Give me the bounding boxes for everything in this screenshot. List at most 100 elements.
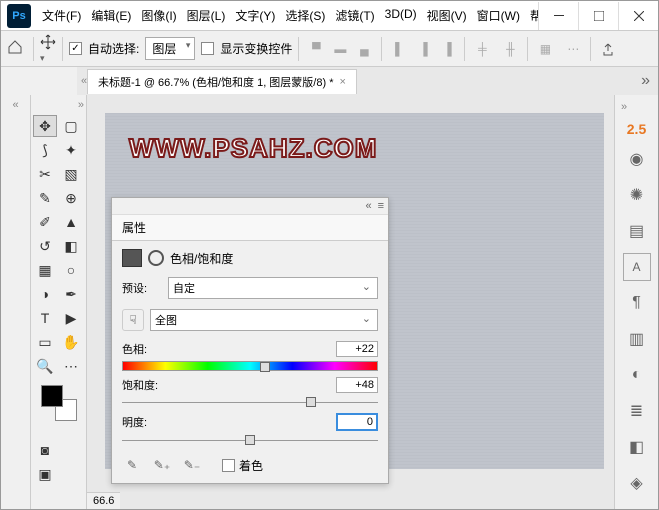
home-icon[interactable]	[7, 39, 27, 59]
separator	[298, 37, 299, 61]
foreground-color[interactable]	[41, 385, 63, 407]
tools-collapse-icon[interactable]: »	[33, 99, 84, 111]
maximize-button[interactable]	[578, 2, 618, 30]
type-tool[interactable]: T	[33, 307, 57, 329]
menu-select[interactable]: 选择(S)	[280, 7, 330, 24]
separator	[527, 37, 528, 61]
menu-help[interactable]: 帮	[525, 7, 538, 24]
move-tool-icon[interactable]: ▾	[40, 34, 56, 64]
lasso-tool[interactable]: ⟆	[33, 139, 57, 161]
pen-tool[interactable]: ✒	[59, 283, 83, 305]
channels-icon[interactable]: ◧	[623, 433, 651, 461]
menu-view[interactable]: 视图(V)	[422, 7, 472, 24]
menu-filter[interactable]: 滤镜(T)	[330, 7, 379, 24]
expand-icon[interactable]: »	[621, 101, 627, 113]
history-brush-tool[interactable]: ↺	[33, 235, 57, 257]
layers-icon[interactable]: ▥	[623, 325, 651, 353]
magic-wand-tool[interactable]: ✦	[59, 139, 83, 161]
edit-toolbar[interactable]: ⋯	[59, 355, 83, 377]
tab-overflow-icon[interactable]: »	[633, 72, 658, 90]
colorize-checkbox[interactable]	[222, 459, 235, 472]
align-hcenter-icon[interactable]: ▐	[412, 38, 434, 60]
lightness-thumb[interactable]	[245, 435, 255, 445]
saturation-slider[interactable]	[122, 397, 378, 407]
swatches-icon[interactable]: ✺	[623, 181, 651, 209]
panel-menu-icon[interactable]: ≡	[378, 200, 384, 212]
collapse-icon[interactable]: «	[12, 99, 18, 111]
menu-edit[interactable]: 编辑(E)	[86, 7, 136, 24]
share-icon[interactable]	[597, 38, 619, 60]
window-controls	[538, 2, 658, 30]
healing-tool[interactable]: ⊕	[59, 187, 83, 209]
path-select-tool[interactable]: ▶	[59, 307, 83, 329]
align-right-icon[interactable]: ▐	[436, 38, 458, 60]
close-button[interactable]	[618, 2, 658, 30]
distribute-icon[interactable]: ╫	[499, 38, 521, 60]
align-bottom-icon[interactable]: ▄	[353, 38, 375, 60]
eraser-tool[interactable]: ◧	[59, 235, 83, 257]
frame-tool[interactable]: ▧	[59, 163, 83, 185]
blur-tool[interactable]: ○	[59, 259, 83, 281]
saturation-value-input[interactable]: +48	[336, 377, 378, 393]
show-transform-checkbox[interactable]	[201, 42, 214, 55]
hue-slider[interactable]	[122, 361, 378, 371]
char-icon[interactable]: A	[623, 253, 651, 281]
menu-layer[interactable]: 图层(L)	[182, 7, 231, 24]
crop-tool[interactable]: ✂	[33, 163, 57, 185]
eyedropper-tool[interactable]: ✎	[33, 187, 57, 209]
screen-mode-tool[interactable]: ▣	[33, 463, 57, 485]
document-tab[interactable]: 未标题-1 @ 66.7% (色相/饱和度 1, 图层蒙版/8) * ×	[87, 69, 357, 94]
eyedropper-subtract-icon[interactable]: ✎₋	[182, 455, 202, 475]
gradient-tool[interactable]: ▦	[33, 259, 57, 281]
menu-image[interactable]: 图像(I)	[136, 7, 181, 24]
fx-icon[interactable]: ≣	[623, 397, 651, 425]
menu-3d[interactable]: 3D(D)	[380, 7, 422, 24]
marquee-tool[interactable]: ▢	[59, 115, 83, 137]
move-tool[interactable]: ✥	[33, 115, 57, 137]
menu-text[interactable]: 文字(Y)	[230, 7, 280, 24]
stamp-tool[interactable]: ▲	[59, 211, 83, 233]
adjustments-icon[interactable]: ◐	[623, 361, 651, 389]
align-vcenter-icon[interactable]: ▬	[329, 38, 351, 60]
hue-value-input[interactable]: +22	[336, 341, 378, 357]
paragraph-icon[interactable]: ¶	[623, 289, 651, 317]
preset-select[interactable]: 自定	[168, 277, 378, 299]
align-left-icon[interactable]: ▌	[388, 38, 410, 60]
color-swatch[interactable]	[41, 385, 77, 421]
align-top-icon[interactable]: ▀	[305, 38, 327, 60]
layer-dropdown[interactable]: 图层	[145, 37, 195, 60]
shape-tool[interactable]: ▭	[33, 331, 57, 353]
hand-tool[interactable]: ✋	[59, 331, 83, 353]
lightness-slider[interactable]	[122, 435, 378, 445]
panel-collapse-icon[interactable]: «	[77, 75, 87, 87]
distribute-icon[interactable]: ╪	[471, 38, 493, 60]
separator	[62, 37, 63, 61]
panel-tab-properties[interactable]: 属性	[112, 215, 388, 241]
zoom-status[interactable]: 66.6	[87, 492, 120, 509]
quick-mask-tool[interactable]: ◙	[33, 439, 57, 461]
menu-window[interactable]: 窗口(W)	[472, 7, 525, 24]
eyedropper-icon[interactable]: ✎	[122, 455, 142, 475]
align-h-buttons: ▌ ▐ ▐	[388, 38, 458, 60]
range-select[interactable]: 全图	[150, 309, 378, 331]
3d-mode-icon[interactable]: ▦	[534, 38, 556, 60]
saturation-thumb[interactable]	[306, 397, 316, 407]
scrubby-icon[interactable]: ☟	[122, 309, 144, 331]
zoom-tool[interactable]: 🔍	[33, 355, 57, 377]
menu-file[interactable]: 文件(F)	[37, 7, 86, 24]
paths-icon[interactable]: ◈	[623, 469, 651, 497]
history-icon[interactable]: ▤	[623, 217, 651, 245]
right-panel-bar: » 2.5 ◉ ✺ ▤ A ¶ ▥ ◐ ≣ ◧ ◈	[614, 95, 658, 509]
eyedropper-add-icon[interactable]: ✎₊	[152, 455, 172, 475]
hue-thumb[interactable]	[260, 362, 270, 372]
more-options-icon[interactable]: ⋯	[562, 38, 584, 60]
lightness-value-input[interactable]: 0	[336, 413, 378, 431]
color-icon[interactable]: ◉	[623, 145, 651, 173]
dodge-tool[interactable]: ◑	[33, 283, 57, 305]
preset-label: 预设:	[122, 280, 162, 296]
minimize-button[interactable]	[538, 2, 578, 30]
brush-tool[interactable]: ✐	[33, 211, 57, 233]
panel-collapse-icon[interactable]: «	[365, 200, 371, 212]
close-tab-icon[interactable]: ×	[339, 76, 345, 88]
auto-select-checkbox[interactable]: ✓	[69, 42, 82, 55]
